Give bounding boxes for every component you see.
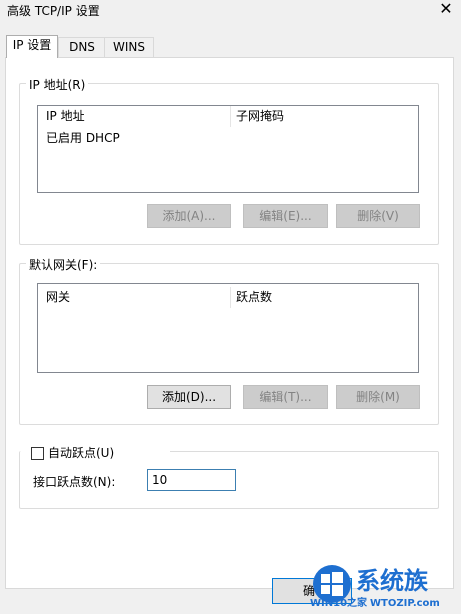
ip-edit-button[interactable]: 编辑(E)... xyxy=(243,204,328,228)
tab-ip-settings[interactable]: IP 设置 xyxy=(6,35,58,58)
tab-panel: IP 地址(R) IP 地址 子网掩码 已启用 DHCP 添加(A)... 编辑… xyxy=(5,57,454,589)
ip-address-group-legend: IP 地址(R) xyxy=(26,76,89,93)
column-header-ip[interactable]: IP 地址 xyxy=(46,108,85,124)
gateway-group-legend: 默认网关(F): xyxy=(26,256,101,273)
gateway-group: 默认网关(F): 网关 跃点数 添加(D)... 编辑(T)... 删除(M) xyxy=(19,256,439,425)
column-divider xyxy=(230,106,231,127)
watermark: 系统族 WIN10之家 WTOZIP.com xyxy=(310,560,461,614)
window-title: 高级 TCP/IP 设置 xyxy=(7,4,100,18)
watermark-url: WTOZIP.com xyxy=(370,598,440,609)
list-item[interactable]: 已启用 DHCP xyxy=(46,130,120,146)
column-header-gateway[interactable]: 网关 xyxy=(46,289,70,305)
gateway-add-button[interactable]: 添加(D)... xyxy=(147,385,231,409)
column-header-subnet[interactable]: 子网掩码 xyxy=(236,108,284,124)
ip-address-list[interactable]: IP 地址 子网掩码 已启用 DHCP xyxy=(37,105,419,193)
gateway-list[interactable]: 网关 跃点数 xyxy=(37,283,419,373)
column-divider xyxy=(230,287,231,308)
interface-metric-input[interactable]: 10 xyxy=(147,469,236,491)
interface-metric-label: 接口跃点数(N): xyxy=(33,475,116,489)
tab-dns[interactable]: DNS xyxy=(58,37,106,58)
gateway-delete-button[interactable]: 删除(M) xyxy=(336,385,420,409)
ip-delete-button[interactable]: 删除(V) xyxy=(336,204,420,228)
group-divider xyxy=(170,451,438,452)
auto-metric-label[interactable]: 自动跃点(U) xyxy=(48,445,114,461)
metric-group: 自动跃点(U) 接口跃点数(N): 10 xyxy=(19,446,439,509)
ip-address-group: IP 地址(R) IP 地址 子网掩码 已启用 DHCP 添加(A)... 编辑… xyxy=(19,76,439,245)
close-icon[interactable]: ✕ xyxy=(436,0,456,18)
auto-metric-checkbox[interactable] xyxy=(31,447,44,460)
ip-add-button[interactable]: 添加(A)... xyxy=(147,204,231,228)
watermark-brand: 系统族 xyxy=(356,567,428,595)
gateway-edit-button[interactable]: 编辑(T)... xyxy=(243,385,328,409)
column-header-metric[interactable]: 跃点数 xyxy=(236,289,272,305)
watermark-prefix: WIN10之家 xyxy=(310,598,368,609)
tab-wins[interactable]: WINS xyxy=(104,37,154,58)
